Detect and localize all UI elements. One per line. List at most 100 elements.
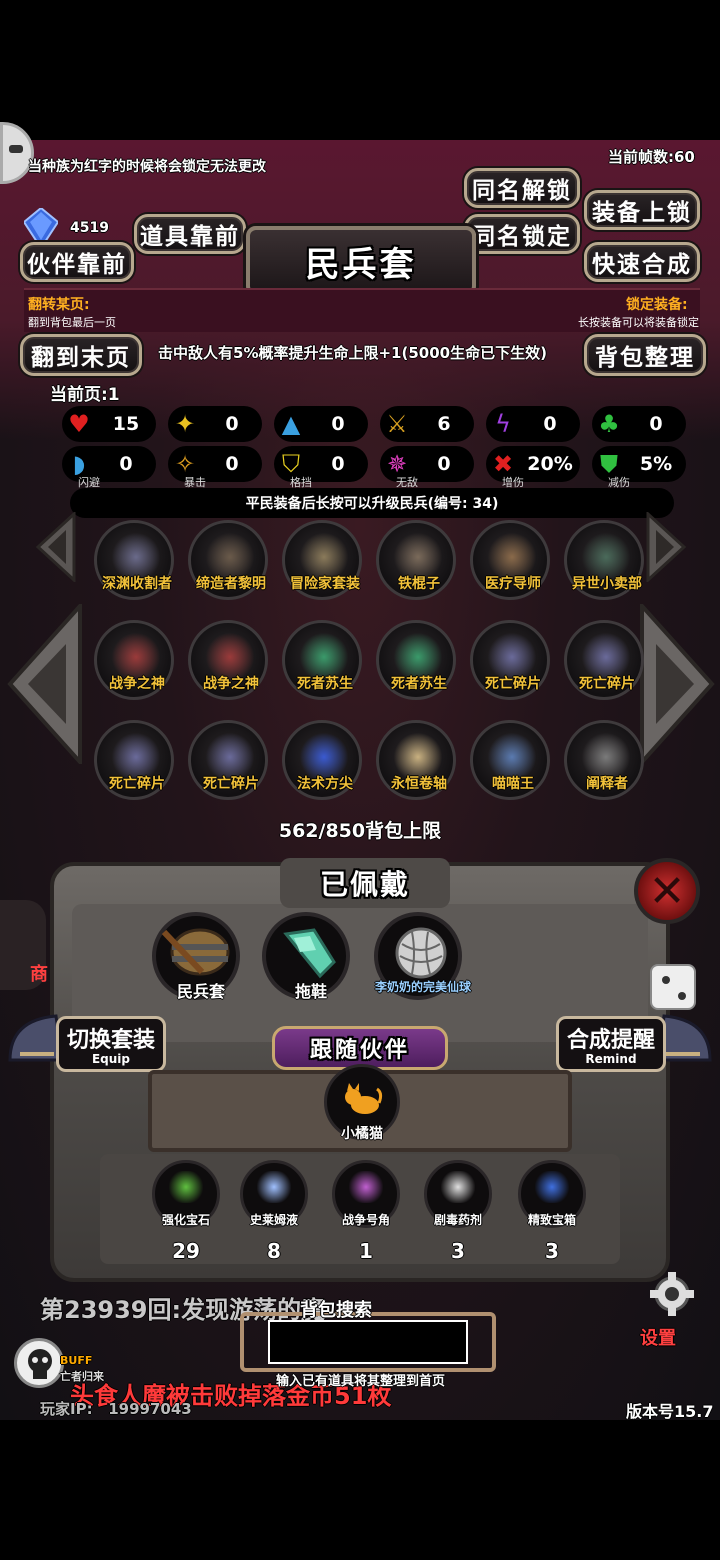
status-bar-area (0, 0, 720, 140)
inventory-item[interactable]: 死者苏生 (376, 620, 456, 700)
stat-value: 6 (437, 413, 451, 435)
stat-value: 0 (543, 413, 557, 435)
organize-bag-button[interactable]: 背包整理 (584, 334, 706, 376)
bag-capacity: 562/850背包上限 (278, 820, 442, 842)
same-name-lock-button[interactable]: 同名锁定 (464, 214, 580, 254)
pet-name: 小橘猫 (341, 1126, 383, 1142)
stat-value: 0 (225, 413, 239, 435)
synth-remind-label: 合成提醒 (566, 1028, 655, 1053)
top-notice: 当种族为红字的时候将会锁定无法更改 (28, 159, 266, 175)
stat-pill: ◗ 0 闪避 (62, 446, 156, 489)
heart-icon: ♥ (68, 410, 90, 438)
helmet-icon: ▲ (281, 410, 301, 438)
material-slot[interactable]: 强化宝石 29 (152, 1160, 220, 1263)
stat-value: 20% (527, 453, 573, 475)
same-name-unlock-button[interactable]: 同名解锁 (464, 168, 580, 208)
material-slot[interactable]: 剧毒药剂 3 (424, 1160, 492, 1263)
close-icon: ✕ (648, 865, 686, 917)
inventory-item[interactable]: 死亡碎片 (470, 620, 550, 700)
inventory-item[interactable]: 冒险家套装 (282, 520, 362, 600)
armor-icon (162, 928, 230, 976)
inventory-item[interactable]: 铁棍子 (376, 520, 456, 600)
inventory-item[interactable]: 死亡碎片 (94, 720, 174, 800)
companion-pet-slot[interactable]: 小橘猫 (324, 1064, 400, 1142)
strength-icon: ✦ (174, 410, 196, 438)
partner-forward-label: 伙伴靠前 (27, 252, 127, 278)
inventory-item[interactable]: 缔造者黎明 (188, 520, 268, 600)
inventory-item[interactable]: 医疗导师 (470, 520, 550, 600)
material-name: 精致宝箱 (527, 1213, 576, 1227)
stat-pill: ✧ 0 暴击 (168, 446, 262, 489)
same-name-unlock-label: 同名解锁 (472, 178, 572, 204)
equip-lock-label: 装备上锁 (592, 200, 692, 226)
inventory-item[interactable]: 阐释者 (564, 720, 644, 800)
player-ip: 玩家IP: 19997043 (40, 1398, 192, 1419)
inventory-item[interactable]: 异世小卖部 (564, 520, 644, 600)
inventory-item[interactable]: 喵喵王 (470, 720, 550, 800)
inventory-item[interactable]: 战争之神 (94, 620, 174, 700)
stat-pill: ⛉ 0 格挡 (274, 446, 368, 489)
inventory-item[interactable]: 深渊收割者 (94, 520, 174, 600)
stat-pill: ✵ 0 无敌 (380, 446, 474, 489)
settings-label[interactable]: 设置 (640, 1324, 676, 1350)
material-slot[interactable]: 战争号角 1 (332, 1160, 400, 1263)
switch-set-sub: Equip (91, 1052, 131, 1066)
inventory-item[interactable]: 永恒卷轴 (376, 720, 456, 800)
worn-slot-armor[interactable]: 民兵套 (152, 912, 240, 1001)
set-title: 民兵套 (305, 244, 417, 285)
buff-skull-icon[interactable] (14, 1338, 64, 1388)
material-count: 29 (172, 1239, 200, 1263)
shop-label: 商 (30, 964, 48, 985)
search-hint: 输入已有道具将其整理到首页 (276, 1374, 446, 1389)
inventory-item[interactable]: 死者苏生 (282, 620, 362, 700)
close-button[interactable]: ✕ (634, 858, 700, 924)
material-image (169, 1171, 203, 1203)
buff-label: BUFF (60, 1354, 93, 1367)
material-count: 3 (451, 1239, 465, 1263)
resource-count: 4519 (70, 220, 109, 236)
inventory-item[interactable]: 法术方尖 (282, 720, 362, 800)
slipper-icon (283, 928, 336, 979)
lock-equip-sub: 长按装备可以将装备锁定 (578, 316, 699, 329)
inventory-item[interactable]: 死亡碎片 (188, 720, 268, 800)
stat-value: 5% (639, 453, 673, 475)
flip-page-label: 翻转某页: (28, 297, 90, 313)
material-image (535, 1171, 569, 1203)
material-count: 8 (267, 1239, 281, 1263)
item-forward-button[interactable]: 道具靠前 (134, 214, 246, 254)
partner-forward-button[interactable]: 伙伴靠前 (20, 242, 134, 282)
stat-pill: ✖ 20% 增伤 (486, 446, 580, 489)
gear-icon[interactable] (648, 1270, 696, 1322)
same-name-lock-label: 同名锁定 (472, 224, 572, 250)
synth-remind-button[interactable]: 合成提醒 Remind (556, 1016, 666, 1072)
stat-pill: ⛊ 5% 减伤 (592, 446, 686, 489)
prev-page-arrow-small[interactable] (34, 510, 78, 586)
worn-slot-shoes[interactable]: 拖鞋 (262, 912, 350, 1001)
material-slot[interactable]: 史莱姆液 8 (240, 1160, 308, 1263)
stat-row-1: ♥ 15 ✦ 0 ▲ 0 ⚔ 6 ϟ 0 ♣ 0 (62, 406, 694, 442)
material-slot[interactable]: 精致宝箱 3 (518, 1160, 586, 1263)
fps-counter: 当前帧数:60 (608, 148, 695, 166)
material-count: 3 (545, 1239, 559, 1263)
worn-slot-accessory[interactable]: 李奶奶的完美仙球 (374, 912, 471, 1000)
inventory-item[interactable]: 死亡碎片 (564, 620, 644, 700)
prev-page-arrow[interactable] (6, 600, 84, 768)
inventory-item[interactable]: 战争之神 (188, 620, 268, 700)
navigation-bar-area (0, 1420, 720, 1560)
item-label: 异世小卖部 (572, 576, 642, 592)
switch-set-button[interactable]: 切换套装 Equip (56, 1016, 166, 1072)
quick-synthesize-button[interactable]: 快速合成 (584, 242, 700, 282)
search-input[interactable] (268, 1320, 468, 1364)
set-title-plate: 民兵套 (246, 226, 476, 296)
item-label: 死亡碎片 (579, 676, 635, 692)
stat-pill: ⚔ 6 (380, 406, 474, 442)
equip-lock-button[interactable]: 装备上锁 (584, 190, 700, 230)
sword-icon: ⚔ (386, 410, 408, 438)
go-last-page-button[interactable]: 翻到末页 (20, 334, 142, 376)
stat-value: 15 (112, 413, 140, 435)
dice-icon[interactable] (650, 964, 696, 1010)
stat-value: 0 (331, 453, 345, 475)
stat-value: 0 (649, 413, 663, 435)
stat-row-2: ◗ 0 闪避 ✧ 0 暴击 ⛉ 0 格挡 ✵ 0 无敌 ✖ 20% 增伤 ⛊ 5% 减伤 (62, 446, 694, 489)
stat-pill: ϟ0 (486, 406, 580, 442)
